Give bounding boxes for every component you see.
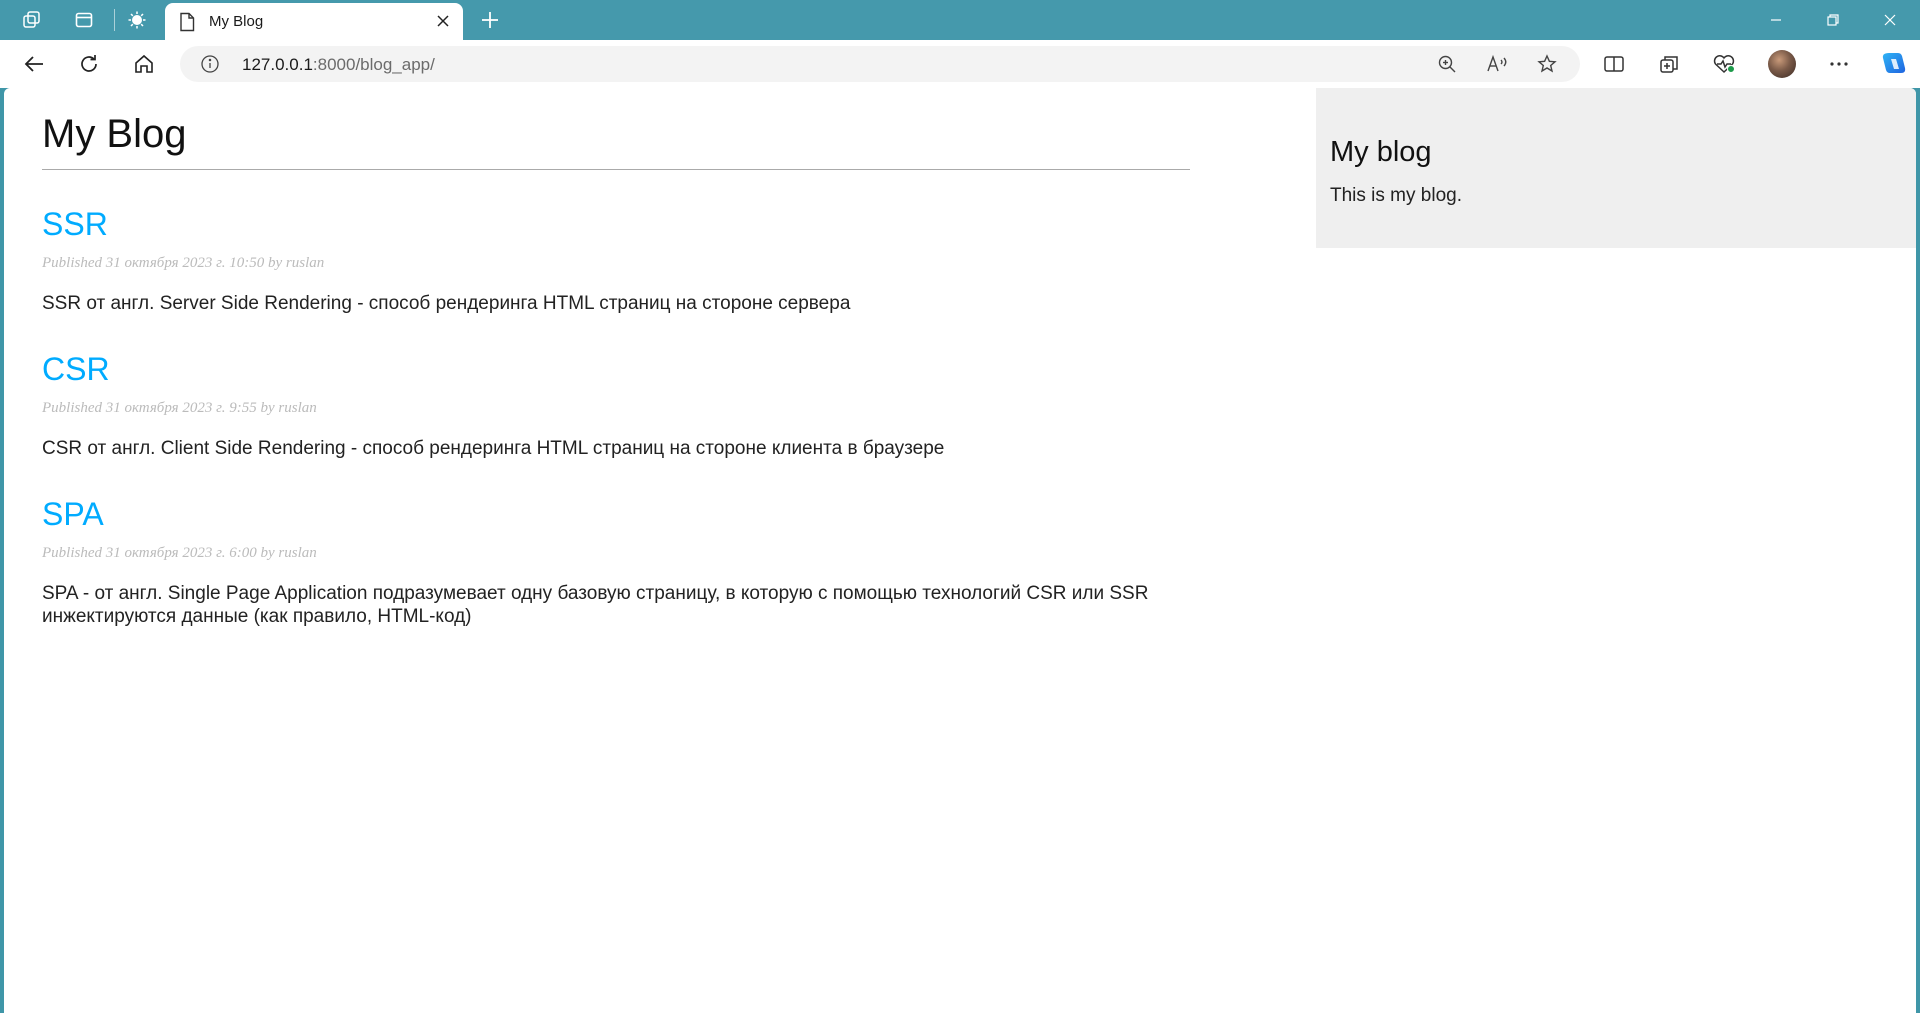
post-meta: Published 31 октября 2023 г. 6:00 by rus… xyxy=(42,545,317,561)
main-content: My Blog SSR Published 31 октября 2023 г.… xyxy=(42,88,1190,628)
post-title-link[interactable]: SSR xyxy=(42,206,1190,243)
tab-actions-icon xyxy=(75,12,93,28)
post-meta: Published 31 октября 2023 г. 9:55 by rus… xyxy=(42,400,317,416)
post-excerpt: CSR от англ. Client Side Rendering - спо… xyxy=(42,438,945,459)
refresh-icon xyxy=(81,55,97,72)
read-aloud-icon[interactable] xyxy=(1483,52,1511,76)
home-icon xyxy=(135,54,153,73)
page-viewport: My Blog SSR Published 31 октября 2023 г.… xyxy=(4,88,1916,1013)
url-host: 127.0.0.1 xyxy=(242,55,313,74)
address-bar[interactable]: 127.0.0.1:8000/blog_app/ xyxy=(180,46,1580,82)
tab-close-icon[interactable] xyxy=(433,11,453,31)
sidebar-title: My blog xyxy=(1330,136,1432,168)
url-text[interactable]: 127.0.0.1:8000/blog_app/ xyxy=(242,55,435,75)
tab-my-blog[interactable]: My Blog xyxy=(165,3,463,40)
settings-more-button[interactable] xyxy=(1821,48,1857,80)
split-screen-button[interactable] xyxy=(1596,48,1632,80)
pinned-tab[interactable] xyxy=(117,4,157,36)
collections-button[interactable] xyxy=(1651,48,1687,80)
restore-icon xyxy=(1827,14,1839,26)
post-meta: Published 31 октября 2023 г. 10:50 by ru… xyxy=(42,255,325,271)
close-icon xyxy=(1884,14,1896,26)
home-button[interactable] xyxy=(126,48,162,80)
restore-button[interactable] xyxy=(1805,0,1861,40)
post-title-link[interactable]: SPA xyxy=(42,496,1190,533)
collections-icon xyxy=(1660,56,1678,73)
browser-titlebar: My Blog xyxy=(0,0,1920,40)
post-item: CSR Published 31 октября 2023 г. 9:55 by… xyxy=(42,351,1190,460)
back-button[interactable] xyxy=(16,48,52,80)
page-title: My Blog xyxy=(42,112,1190,170)
post-item: SSR Published 31 октября 2023 г. 10:50 b… xyxy=(42,206,1190,315)
sidebar-text: This is my blog. xyxy=(1330,185,1462,206)
more-dots-icon xyxy=(1830,62,1848,66)
post-item: SPA Published 31 октября 2023 г. 6:00 by… xyxy=(42,496,1190,628)
workspaces-icon xyxy=(23,11,40,28)
browser-essentials-button[interactable] xyxy=(1706,48,1742,80)
profile-avatar[interactable] xyxy=(1768,50,1796,78)
split-screen-icon xyxy=(1604,56,1624,72)
browser-toolbar: 127.0.0.1:8000/blog_app/ xyxy=(0,40,1920,88)
post-title-link[interactable]: CSR xyxy=(42,351,1190,388)
close-window-button[interactable] xyxy=(1862,0,1918,40)
tab-actions-button[interactable] xyxy=(62,4,106,36)
zoom-icon[interactable] xyxy=(1433,52,1461,76)
refresh-button[interactable] xyxy=(71,48,107,80)
post-excerpt: SSR от англ. Server Side Rendering - спо… xyxy=(42,293,851,314)
page-icon xyxy=(179,12,195,37)
app-icon xyxy=(128,11,146,29)
minimize-button[interactable] xyxy=(1748,0,1804,40)
site-info-icon[interactable] xyxy=(200,54,220,79)
copilot-button[interactable] xyxy=(1876,48,1912,80)
back-arrow-icon xyxy=(24,56,43,72)
titlebar-separator xyxy=(114,9,115,31)
tab-title: My Blog xyxy=(209,13,264,30)
minimize-icon xyxy=(1771,19,1781,21)
sidebar: My blog This is my blog. xyxy=(1316,88,1916,248)
post-excerpt: SPA - от англ. Single Page Application п… xyxy=(42,583,1149,627)
new-tab-button[interactable] xyxy=(472,4,508,36)
url-path: :8000/blog_app/ xyxy=(312,55,435,74)
heart-pulse-icon xyxy=(1713,55,1735,74)
plus-icon xyxy=(482,12,498,28)
workspaces-button[interactable] xyxy=(10,4,54,36)
favorite-star-icon[interactable] xyxy=(1533,52,1561,76)
copilot-icon xyxy=(1882,53,1906,73)
